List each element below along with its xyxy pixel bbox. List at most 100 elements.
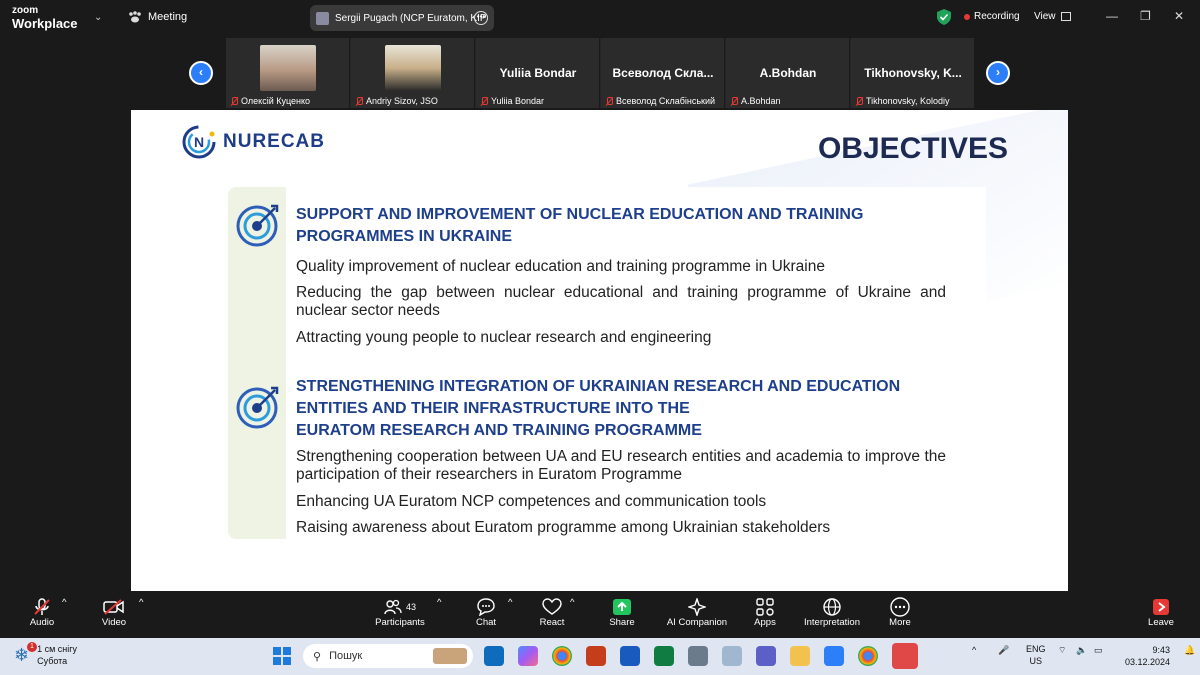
audio-label: Audio [29,617,55,628]
windows-taskbar: ❄ 1 см снігу Субота 1 ⚲ Пошук ^ 🎤 ENG US… [0,638,1200,675]
participant-name: Andriy Sizov, JSO [366,96,438,106]
language-indicator[interactable]: ENG US [1026,643,1046,667]
notification-bell-icon[interactable]: 🔔 [1184,645,1195,656]
close-icon[interactable]: ✕ [1174,9,1184,23]
file-explorer-icon[interactable] [790,646,810,666]
slide-title: OBJECTIVES [817,132,1008,165]
nurecab-logo-icon: N [182,125,216,159]
nurecab-logo: N NURECAB [181,124,325,160]
language-code: ENG [1026,644,1046,654]
section1-heading-line: PROGRAMMES IN UKRAINE [296,228,513,245]
prev-page-button[interactable]: ‹ [189,61,213,85]
search-highlight-icon [433,648,467,664]
participants-button[interactable]: 43 Participants [370,597,430,628]
clock-date: 03.12.2024 [1124,657,1170,667]
audio-options-caret[interactable]: ^ [62,597,66,608]
participant-name: Олексій Куценко [241,96,311,106]
mic-muted-icon [855,96,863,106]
target-icon [236,386,279,429]
next-page-button[interactable]: › [986,61,1010,85]
react-button[interactable]: React [536,597,568,628]
ai-companion-button[interactable]: AI Companion [664,597,730,628]
notes-app-icon[interactable] [722,646,742,666]
wifi-icon[interactable]: ⌔ [1058,645,1066,656]
word-app-icon[interactable] [620,646,640,666]
restore-icon[interactable]: ❐ [1140,9,1151,23]
section2-heading-line: ENTITIES AND THEIR INFRASTRUCTURE INTO T… [296,400,690,417]
apps-button[interactable]: Apps [750,597,780,628]
active-app-icon[interactable] [892,643,918,669]
chrome-profile-app-icon[interactable] [858,646,878,666]
excel-app-icon[interactable] [654,646,674,666]
tray-chevron-icon[interactable]: ^ [972,645,976,655]
minimize-icon[interactable]: — [1106,9,1118,23]
mic-muted-icon [480,96,488,106]
clock-time: 9:43 [1152,645,1170,655]
shield-check-icon[interactable] [937,9,951,25]
zoom-brand: zoom Workplace [12,6,78,31]
powerpoint-app-icon[interactable] [586,646,606,666]
paw-icon [129,11,141,23]
chevron-down-icon[interactable]: ⌄ [94,12,102,23]
mic-muted-icon [355,96,363,106]
participants-options-caret[interactable]: ^ [437,597,441,608]
microphone-icon[interactable]: 🎤 [998,645,1009,656]
meeting-label: Meeting [148,11,188,23]
logo-text: NURECAB [223,131,325,152]
volume-icon[interactable]: 🔈 [1076,645,1087,656]
meeting-menu[interactable]: Meeting [128,11,187,23]
outlook-app-icon[interactable] [484,646,504,666]
leave-icon [1153,599,1169,615]
audio-button[interactable]: Audio [24,597,60,628]
target-icon [236,204,279,247]
calculator-app-icon[interactable] [688,646,708,666]
svg-text:N: N [194,134,204,150]
participant-name: Yuliia Bondar [491,96,545,106]
teams-app-icon[interactable] [756,646,776,666]
screen-share-pill[interactable]: Sergii Pugach (NCP Euratom, KIP ••• [310,5,494,31]
participant-tile[interactable]: Andriy Sizov, JSO [351,38,475,108]
participant-name: Всеволод Склабінський [616,96,716,106]
participant-tile[interactable]: Всеволод Скла... Всеволод Склабінський [601,38,725,108]
participants-icon [384,599,402,615]
recording-indicator[interactable]: Recording [964,11,1020,22]
copilot-app-icon[interactable] [518,646,538,666]
taskbar-search[interactable]: ⚲ Пошук [303,644,473,668]
interpretation-button[interactable]: Interpretation [800,597,864,628]
search-placeholder: Пошук [329,650,363,662]
view-label: View [1034,11,1056,22]
react-options-caret[interactable]: ^ [570,597,574,608]
share-button[interactable]: Share [605,597,639,628]
chat-button[interactable]: Chat [470,597,502,628]
zoom-app-icon[interactable] [824,646,844,666]
participant-tile[interactable]: Олексій Куценко [226,38,350,108]
mic-muted-icon [230,96,238,106]
brand-workplace: Workplace [12,16,78,31]
video-button[interactable]: Video [96,597,132,628]
sparkle-icon [688,598,706,616]
chrome-app-icon[interactable] [552,646,572,666]
participant-tile[interactable]: A.Bohdan A.Bohdan [726,38,850,108]
share-screen-icon [316,11,329,25]
mic-muted-icon [605,96,613,106]
battery-icon[interactable]: ▭ [1094,645,1103,656]
leave-button[interactable]: Leave [1146,597,1176,628]
more-button[interactable]: More [886,597,914,628]
participant-tile[interactable]: Tikhonovsky, K... Tikhonovsky, Kolodiy [851,38,975,108]
video-options-caret[interactable]: ^ [139,597,143,608]
more-icon[interactable]: ••• [474,11,488,25]
share-screen-icon [613,599,631,615]
top-bar: zoom Workplace ⌄ Meeting Sergii Pugach (… [0,0,1200,36]
apps-icon [756,598,774,616]
heart-icon [542,598,562,615]
chat-options-caret[interactable]: ^ [508,597,512,608]
taskbar-clock[interactable]: 9:43 03.12.2024 [1125,644,1170,668]
share-label: Share [609,617,635,628]
participant-display-name: Всеволод Скла... [612,66,714,80]
weather-widget[interactable]: ❄ 1 см снігу Субота [14,643,77,667]
participant-tile[interactable]: Yuliia Bondar Yuliia Bondar [476,38,600,108]
view-button[interactable]: View [1034,11,1071,22]
windows-start-icon[interactable] [273,647,291,665]
section1-item: Reducing the gap between nuclear educati… [296,284,946,319]
react-label: React [539,617,565,628]
